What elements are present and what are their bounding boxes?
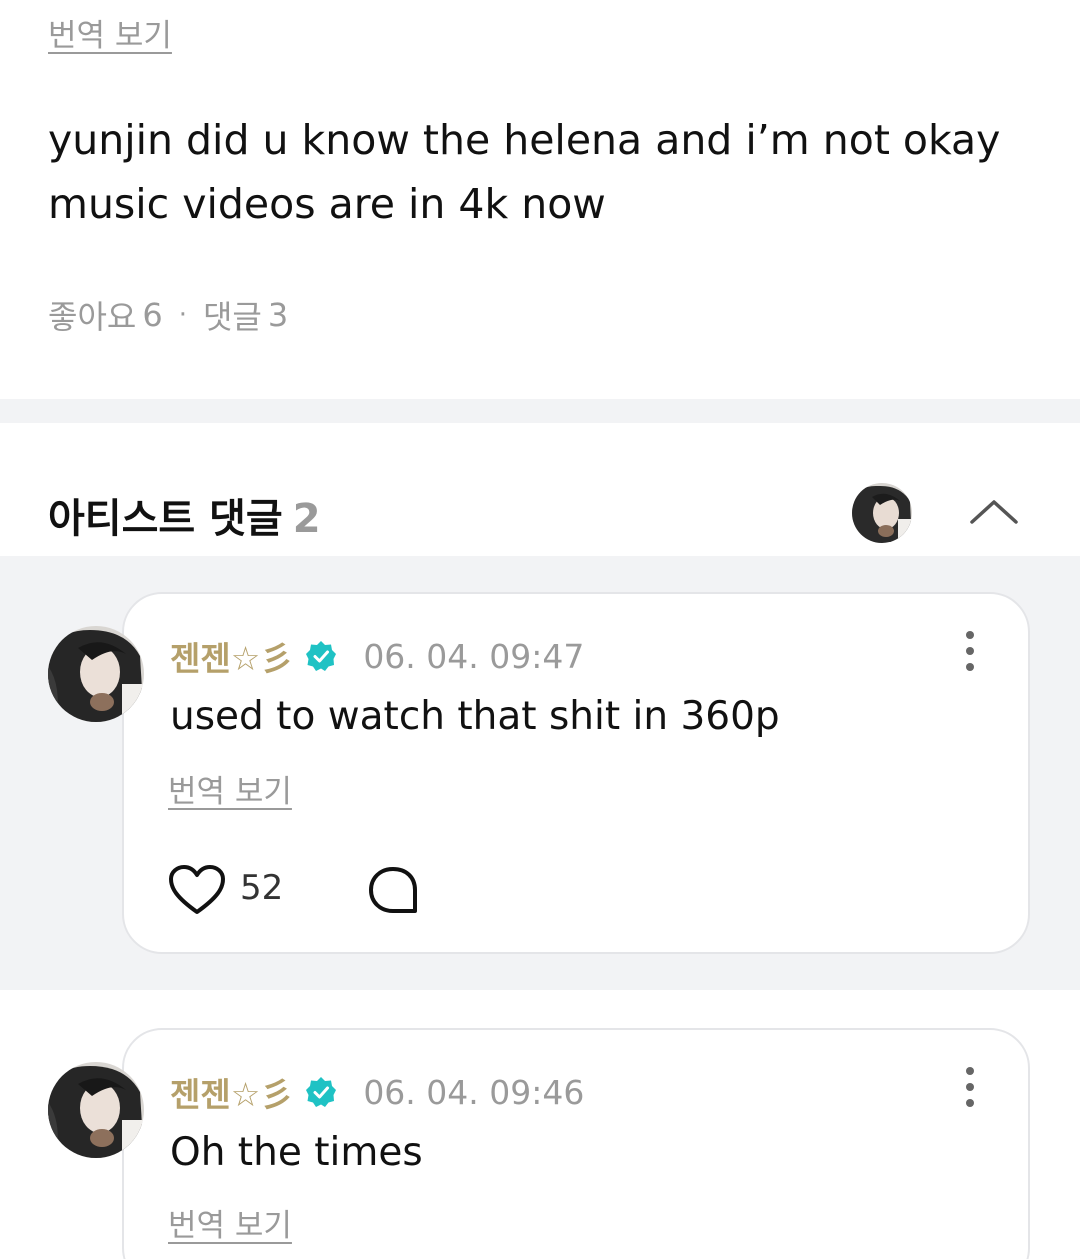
likes-count: 6 (142, 296, 163, 334)
collapse-button[interactable] (966, 492, 1022, 532)
comment-author[interactable]: 젠젠☆彡 (170, 632, 293, 680)
stats-separator: · (178, 300, 187, 330)
avatar[interactable] (48, 1062, 144, 1158)
heart-icon[interactable] (168, 864, 226, 916)
more-vertical-icon[interactable] (954, 629, 986, 673)
comment-author[interactable]: 젠젠☆彡 (170, 1068, 293, 1116)
post-detail-page: 번역 보기 yunjin did u know the helena and i… (0, 0, 1080, 1259)
artist-avatar[interactable] (852, 483, 912, 543)
like-count: 52 (240, 868, 284, 908)
artist-comments-title: 아티스트 댓글 (48, 496, 283, 542)
comment-time: 06. 04. 09:46 (363, 1072, 585, 1112)
section-divider (0, 399, 1080, 423)
comments-count: 3 (267, 296, 289, 334)
likes-label[interactable]: 좋아요 (48, 292, 136, 338)
reply-bubble-icon[interactable] (366, 864, 420, 916)
chevron-up-icon (970, 500, 1018, 524)
comment-meta: 젠젠☆彡 06. 04. 09:46 (170, 1068, 584, 1116)
comment-text: used to watch that shit in 360p (170, 694, 780, 739)
comment-translate-link[interactable]: 번역 보기 (168, 766, 292, 811)
verified-icon (306, 641, 337, 671)
more-vertical-icon[interactable] (954, 1065, 986, 1109)
comment-time: 06. 04. 09:47 (363, 636, 585, 676)
post-stats: 좋아요 6 · 댓글 3 (48, 292, 288, 338)
post-translate-link[interactable]: 번역 보기 (48, 10, 172, 55)
post-body: yunjin did u know the helena and i’m not… (48, 116, 1001, 228)
comment-meta: 젠젠☆彡 06. 04. 09:47 (170, 632, 584, 680)
comment-text: Oh the times (170, 1130, 423, 1175)
artist-comments-header: 아티스트 댓글 2 (48, 486, 321, 544)
artist-comments-count: 2 (292, 496, 321, 542)
avatar[interactable] (48, 626, 144, 722)
verified-icon (306, 1077, 337, 1107)
comments-label[interactable]: 댓글 (203, 292, 262, 338)
comment-translate-link[interactable]: 번역 보기 (168, 1200, 292, 1245)
